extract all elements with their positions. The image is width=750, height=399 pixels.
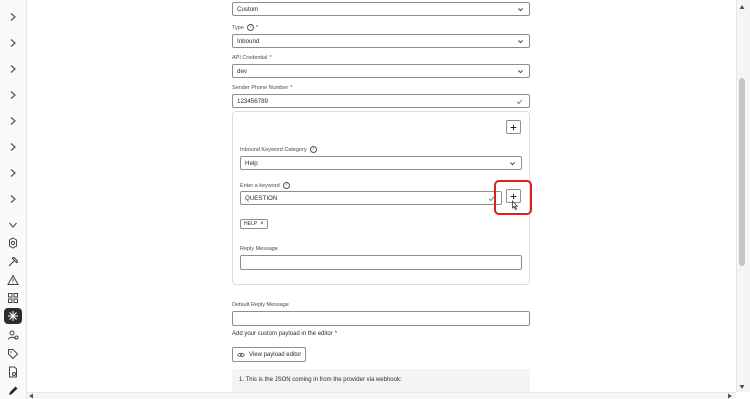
chevron-right-icon[interactable]	[6, 140, 20, 154]
enter-keyword-label: Enter a keyword?	[240, 182, 290, 189]
chevron-down-icon	[518, 40, 523, 44]
inbound-category-select[interactable]: Help	[240, 156, 522, 170]
left-sidebar	[0, 0, 27, 399]
chevron-right-icon[interactable]	[6, 114, 20, 128]
default-reply-input[interactable]	[232, 311, 530, 326]
chevron-right-icon[interactable]	[6, 88, 20, 102]
chevron-down-icon	[510, 162, 515, 166]
category-value: Help	[245, 159, 258, 167]
add-category-button[interactable]	[506, 120, 521, 134]
scroll-down-icon[interactable]	[739, 384, 745, 390]
api-credential-value: dev	[237, 67, 247, 75]
tag-icon[interactable]	[4, 346, 22, 362]
integration-icon[interactable]	[4, 308, 22, 324]
type-select[interactable]: Inbound	[232, 34, 530, 48]
type-value: Inbound	[237, 37, 260, 45]
workflow-icon[interactable]	[4, 290, 22, 306]
chevron-right-icon[interactable]	[6, 10, 20, 24]
json-note-box: 1. This is the JSON coming in from the p…	[232, 369, 530, 392]
chevron-down-icon[interactable]	[6, 218, 20, 232]
api-credential-select[interactable]: dev	[232, 64, 530, 78]
type-label: Type? *	[232, 24, 259, 31]
keyword-value: QUESTION	[245, 194, 278, 202]
scroll-right-icon[interactable]	[727, 393, 733, 399]
view-payload-label: View payload editor	[249, 351, 302, 358]
main-content: Custom Type? * Inbound API Credential * de…	[28, 0, 736, 392]
scroll-up-icon[interactable]	[739, 4, 745, 10]
help-icon[interactable]: ?	[282, 182, 290, 189]
view-payload-editor-button[interactable]: View payload editor	[232, 347, 307, 362]
top-select[interactable]: Custom	[232, 2, 530, 16]
mouse-cursor-icon	[512, 200, 519, 210]
edit-icon[interactable]	[4, 383, 22, 399]
chevron-down-icon	[518, 8, 523, 12]
keyword-tag-label: HELP	[244, 221, 258, 227]
plus-icon	[510, 124, 517, 130]
sender-phone-label: Sender Phone Number *	[232, 85, 293, 91]
scroll-left-icon[interactable]	[28, 393, 34, 399]
help-icon[interactable]: ?	[246, 24, 254, 31]
reply-message-input[interactable]	[240, 255, 522, 270]
inbound-category-label: Inbound Keyword Category?	[240, 146, 317, 153]
reply-message-label: Reply Message	[240, 246, 278, 252]
vertical-scrollbar[interactable]	[736, 0, 750, 392]
chevron-down-icon	[518, 70, 523, 74]
chevron-right-icon[interactable]	[6, 62, 20, 76]
default-reply-label: Default Reply Message	[232, 302, 289, 308]
users-icon[interactable]	[4, 327, 22, 343]
help-icon[interactable]: ?	[309, 146, 317, 153]
sender-phone-value: 123456789	[237, 97, 268, 105]
vertical-scroll-thumb[interactable]	[739, 78, 745, 266]
hammer-icon[interactable]	[4, 254, 22, 270]
chevron-right-icon[interactable]	[6, 166, 20, 180]
sender-phone-input[interactable]: 123456789	[232, 94, 530, 108]
payload-label: Add your custom payload in the editor *	[232, 331, 338, 337]
tag-remove-icon[interactable]: ×	[260, 221, 264, 227]
checkmark-icon	[516, 99, 523, 105]
keyword-input[interactable]: QUESTION	[240, 191, 502, 205]
keyword-tag: HELP ×	[240, 219, 268, 229]
settings-icon[interactable]	[4, 235, 22, 251]
eye-icon	[237, 352, 245, 357]
document-icon[interactable]	[4, 364, 22, 380]
api-credential-label: API Credential *	[232, 55, 272, 61]
chevron-right-icon[interactable]	[6, 192, 20, 206]
top-select-value: Custom	[237, 5, 259, 13]
horizontal-scrollbar[interactable]	[27, 392, 736, 399]
alert-icon[interactable]	[4, 272, 22, 288]
chevron-right-icon[interactable]	[6, 36, 20, 50]
json-note-text: 1. This is the JSON coming in from the p…	[239, 377, 402, 383]
